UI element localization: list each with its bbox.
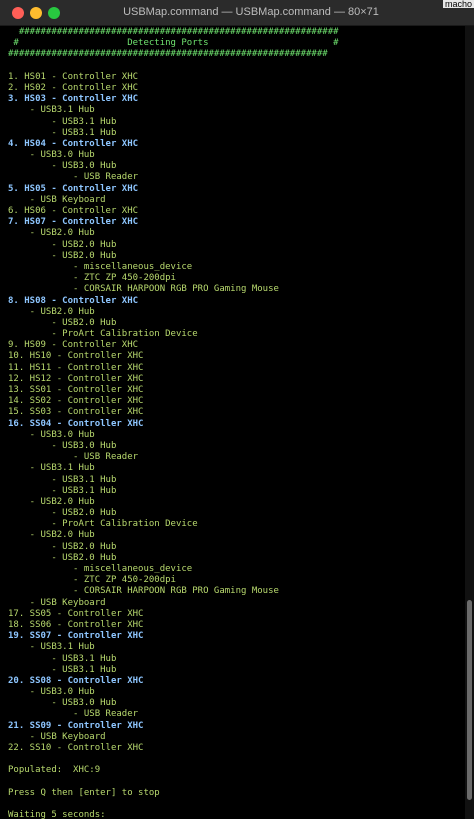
terminal-line: - USB2.0 Hub — [8, 317, 117, 328]
terminal-line: - USB2.0 Hub — [8, 250, 117, 261]
terminal-line: - USB3.1 Hub — [8, 127, 117, 138]
zoom-window-button[interactable] — [48, 7, 60, 19]
terminal-window: USBMap.command — USBMap.command — 80×71 … — [0, 0, 474, 819]
terminal-line: - USB3.1 Hub — [8, 664, 117, 675]
terminal-line: 7. HS07 - Controller XHC — [8, 217, 139, 228]
terminal-line: - USB2.0 Hub — [8, 496, 95, 507]
terminal-line: 10. HS10 - Controller XHC — [8, 351, 144, 362]
scrollbar-thumb[interactable] — [467, 600, 472, 800]
terminal-line: - USB3.1 Hub — [8, 463, 95, 474]
terminal-line: 14. SS02 - Controller XHC — [8, 396, 144, 407]
terminal-line: - CORSAIR HARPOON RGB PRO Gaming Mouse — [8, 586, 279, 597]
terminal-line: - USB2.0 Hub — [8, 239, 117, 250]
terminal-line: # Detecting Ports # — [8, 38, 339, 49]
terminal-line: Populated: XHC:9 — [8, 765, 101, 776]
terminal-line: 18. SS06 - Controller XHC — [8, 619, 144, 630]
close-window-button[interactable] — [12, 7, 24, 19]
terminal-line: 9. HS09 - Controller XHC — [8, 340, 139, 351]
terminal-line: - USB Reader — [8, 709, 139, 720]
terminal-line: Press Q then [enter] to stop — [8, 787, 160, 798]
terminal-line: 22. SS10 - Controller XHC — [8, 743, 144, 753]
terminal-line: - USB2.0 Hub — [8, 228, 95, 239]
terminal-line: 5. HS05 - Controller XHC — [8, 183, 139, 194]
terminal-line: 4. HS04 - Controller XHC — [8, 138, 139, 149]
terminal-line: - miscellaneous_device — [8, 564, 193, 574]
terminal-line: - USB2.0 Hub — [8, 530, 95, 541]
terminal-line: - USB3.1 Hub — [8, 485, 117, 496]
terminal-line: 21. SS09 - Controller XHC — [8, 720, 144, 731]
window-title: USBMap.command — USBMap.command — 80×71 — [123, 6, 379, 18]
terminal-line: - USB Keyboard — [8, 597, 106, 608]
title-bar[interactable]: USBMap.command — USBMap.command — 80×71 … — [0, 0, 474, 26]
terminal-line: 15. SS03 - Controller XHC — [8, 407, 144, 418]
terminal-line: 17. SS05 - Controller XHC — [8, 608, 144, 619]
terminal-line: - USB2.0 Hub — [8, 541, 117, 552]
terminal-line: - USB Reader — [8, 172, 139, 183]
terminal-line: ########################################… — [8, 27, 339, 37]
terminal-output[interactable]: ########################################… — [8, 27, 464, 819]
terminal-line: - miscellaneous_device — [8, 261, 193, 272]
terminal-line: 11. HS11 - Controller XHC — [8, 362, 144, 373]
terminal-line: - USB Reader — [8, 452, 139, 463]
terminal-line: - USB2.0 Hub — [8, 552, 117, 563]
terminal-line: - USB3.1 Hub — [8, 105, 95, 116]
terminal-line: - USB3.1 Hub — [8, 653, 117, 664]
terminal-line: - USB3.1 Hub — [8, 116, 117, 127]
terminal-line: - ZTC ZP 450-200dpi — [8, 273, 176, 284]
terminal-line: - USB3.0 Hub — [8, 698, 117, 709]
terminal-line: - USB2.0 Hub — [8, 508, 117, 519]
terminal-line: 6. HS06 - Controller XHC — [8, 206, 139, 216]
terminal-line: - USB3.1 Hub — [8, 642, 95, 653]
terminal-line: 8. HS08 - Controller XHC — [8, 295, 139, 306]
terminal-line: - USB3.0 Hub — [8, 150, 95, 161]
terminal-line: - ProArt Calibration Device — [8, 329, 198, 340]
corner-tag: macho — [442, 0, 474, 9]
terminal-line: 20. SS08 - Controller XHC — [8, 675, 144, 686]
terminal-line: 3. HS03 - Controller XHC — [8, 94, 139, 105]
terminal-line: - USB3.0 Hub — [8, 687, 95, 698]
terminal-line: 1. HS01 - Controller XHC — [8, 71, 139, 82]
terminal-line: - ProArt Calibration Device — [8, 519, 198, 530]
terminal-line: - USB Keyboard — [8, 194, 106, 205]
terminal-line: - USB Keyboard — [8, 731, 106, 742]
terminal-line: 16. SS04 - Controller XHC — [8, 418, 144, 429]
terminal-line: 2. HS02 - Controller XHC — [8, 82, 139, 93]
terminal-line: - USB3.0 Hub — [8, 440, 117, 451]
terminal-line: 12. HS12 - Controller XHC — [8, 373, 144, 384]
terminal-line: - USB3.1 Hub — [8, 474, 117, 485]
terminal-line: 13. SS01 - Controller XHC — [8, 385, 144, 395]
terminal-line: - CORSAIR HARPOON RGB PRO Gaming Mouse — [8, 284, 279, 295]
terminal-line: - USB3.0 Hub — [8, 161, 117, 172]
terminal-line: - USB2.0 Hub — [8, 306, 95, 317]
terminal-line: Waiting 5 seconds: — [8, 810, 106, 819]
terminal-line: - ZTC ZP 450-200dpi — [8, 575, 176, 586]
terminal-line: 19. SS07 - Controller XHC — [8, 631, 144, 642]
minimize-window-button[interactable] — [30, 7, 42, 19]
terminal-line: ########################################… — [8, 49, 328, 60]
terminal-line: - USB3.0 Hub — [8, 429, 95, 440]
